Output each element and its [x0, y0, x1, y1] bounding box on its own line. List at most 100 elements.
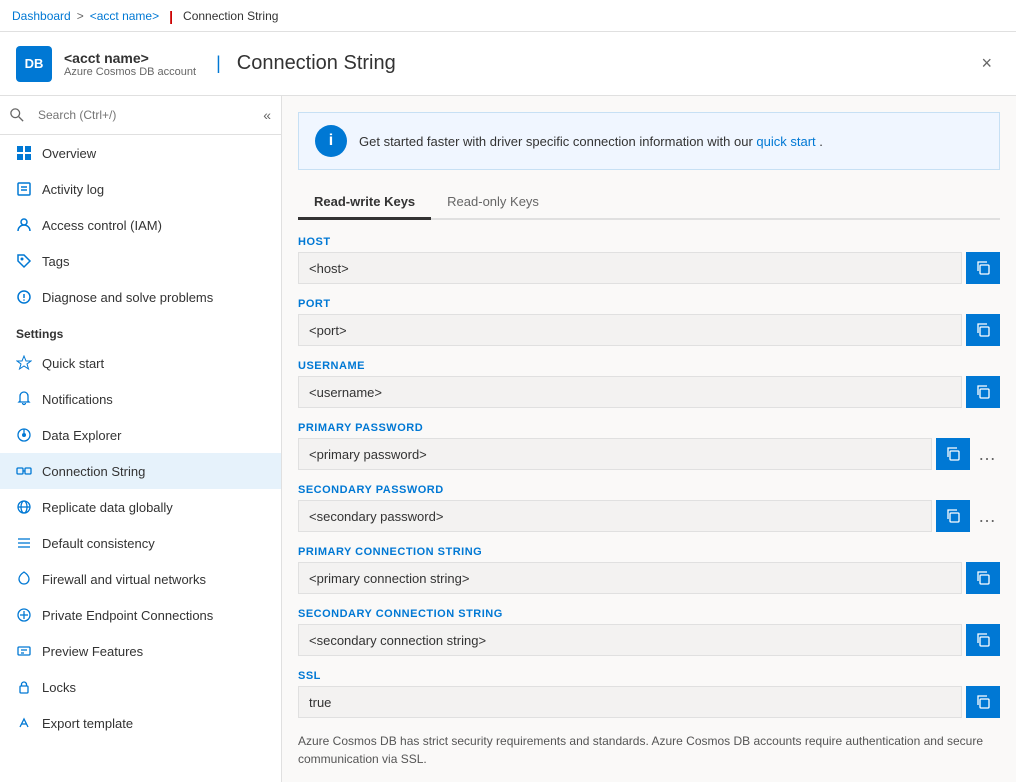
sidebar-item-replicate[interactable]: Replicate data globally [0, 489, 281, 525]
tab-read-write[interactable]: Read-write Keys [298, 186, 431, 220]
sidebar-item-preview-features[interactable]: Preview Features [0, 633, 281, 669]
field-username-row [298, 376, 1000, 408]
tag-icon [16, 253, 32, 269]
info-banner: i Get started faster with driver specifi… [298, 112, 1000, 170]
acct-subtitle: Azure Cosmos DB account [64, 66, 196, 78]
username-input[interactable] [298, 376, 962, 408]
secondary-password-more-button[interactable]: … [974, 507, 1000, 525]
sidebar-item-access-control[interactable]: Access control (IAM) [0, 207, 281, 243]
sidebar-item-tags[interactable]: Tags [0, 243, 281, 279]
port-copy-button[interactable] [966, 314, 1000, 346]
sidebar-item-locks[interactable]: Locks [0, 669, 281, 705]
host-copy-button[interactable] [966, 252, 1000, 284]
connection-icon [16, 463, 32, 479]
body-container: « Overview Activity log [0, 96, 1016, 782]
field-primary-password-row: … [298, 438, 1000, 470]
field-ssl-label: SSL [298, 670, 1000, 682]
ssl-input[interactable] [298, 686, 962, 718]
sidebar-item-firewall[interactable]: Firewall and virtual networks [0, 561, 281, 597]
field-ssl-row [298, 686, 1000, 718]
footer-note: Azure Cosmos DB has strict security requ… [298, 732, 1000, 768]
sidebar-item-label: Tags [42, 254, 69, 269]
breadcrumb-sep1: > [77, 9, 84, 23]
activity-log-icon [16, 181, 32, 197]
export-icon [16, 715, 32, 731]
tab-read-only[interactable]: Read-only Keys [431, 186, 555, 220]
sidebar-item-label: Quick start [42, 356, 104, 371]
sidebar-item-default-consistency[interactable]: Default consistency [0, 525, 281, 561]
breadcrumb-dashboard[interactable]: Dashboard [12, 9, 71, 23]
breadcrumb-acct[interactable]: <acct name> [90, 9, 159, 23]
field-username-label: USERNAME [298, 360, 1000, 372]
sidebar-item-label: Private Endpoint Connections [42, 608, 213, 623]
sidebar-item-diagnose[interactable]: Diagnose and solve problems [0, 279, 281, 315]
consistency-icon [16, 535, 32, 551]
field-secondary-password: SECONDARY PASSWORD … [298, 484, 1000, 532]
sidebar-item-notifications[interactable]: Notifications [0, 381, 281, 417]
secondary-cs-input[interactable] [298, 624, 962, 656]
secondary-password-copy-button[interactable] [936, 500, 970, 532]
sidebar-item-private-endpoint[interactable]: Private Endpoint Connections [0, 597, 281, 633]
host-input[interactable] [298, 252, 962, 284]
username-copy-button[interactable] [966, 376, 1000, 408]
sidebar-item-label: Activity log [42, 182, 104, 197]
endpoint-icon [16, 607, 32, 623]
quickstart-icon [16, 355, 32, 371]
field-primary-password-label: PRIMARY PASSWORD [298, 422, 1000, 434]
sidebar-item-label: Default consistency [42, 536, 155, 551]
primary-cs-copy-button[interactable] [966, 562, 1000, 594]
overview-icon [16, 145, 32, 161]
firewall-icon [16, 571, 32, 587]
sidebar-item-export-template[interactable]: Export template [0, 705, 281, 741]
port-input[interactable] [298, 314, 962, 346]
close-button[interactable]: × [973, 49, 1000, 78]
panel-header-left: DB <acct name> Azure Cosmos DB account |… [16, 46, 396, 82]
search-box: « [0, 96, 281, 135]
breadcrumb: Dashboard > <acct name> | Connection Str… [0, 0, 1016, 32]
search-icon [10, 108, 24, 122]
quick-start-link[interactable]: quick start [756, 134, 815, 149]
replicate-icon [16, 499, 32, 515]
explorer-icon [16, 427, 32, 443]
field-host: HOST [298, 236, 1000, 284]
ssl-copy-button[interactable] [966, 686, 1000, 718]
panel-title: | Connection String [208, 52, 396, 75]
primary-password-copy-button[interactable] [936, 438, 970, 470]
app-container: Dashboard > <acct name> | Connection Str… [0, 0, 1016, 782]
field-secondary-cs-row [298, 624, 1000, 656]
secondary-password-input[interactable] [298, 500, 932, 532]
primary-password-input[interactable] [298, 438, 932, 470]
field-secondary-password-row: … [298, 500, 1000, 532]
sidebar-item-activity-log[interactable]: Activity log [0, 171, 281, 207]
iam-icon [16, 217, 32, 233]
main-content: i Get started faster with driver specifi… [282, 96, 1016, 782]
sidebar-item-label: Export template [42, 716, 133, 731]
sidebar-item-label: Access control (IAM) [42, 218, 162, 233]
sidebar-item-quick-start[interactable]: Quick start [0, 345, 281, 381]
sidebar-item-connection-string[interactable]: Connection String [0, 453, 281, 489]
sidebar-item-overview[interactable]: Overview [0, 135, 281, 171]
sidebar-item-label: Data Explorer [42, 428, 121, 443]
info-text: Get started faster with driver specific … [359, 134, 823, 149]
notification-icon [16, 391, 32, 407]
tabs: Read-write Keys Read-only Keys [298, 186, 1000, 220]
diagnose-icon [16, 289, 32, 305]
sidebar-item-label: Overview [42, 146, 96, 161]
sidebar-item-data-explorer[interactable]: Data Explorer [0, 417, 281, 453]
field-ssl: SSL [298, 670, 1000, 718]
field-username: USERNAME [298, 360, 1000, 408]
field-primary-connection-string: PRIMARY CONNECTION STRING [298, 546, 1000, 594]
collapse-button[interactable]: « [263, 107, 271, 123]
panel-title-divider: | [216, 53, 221, 74]
secondary-cs-copy-button[interactable] [966, 624, 1000, 656]
sidebar-item-label: Notifications [42, 392, 113, 407]
sidebar-item-label: Diagnose and solve problems [42, 290, 213, 305]
primary-cs-input[interactable] [298, 562, 962, 594]
primary-password-more-button[interactable]: … [974, 445, 1000, 463]
field-secondary-password-label: SECONDARY PASSWORD [298, 484, 1000, 496]
field-primary-cs-row [298, 562, 1000, 594]
field-secondary-cs-label: SECONDARY CONNECTION STRING [298, 608, 1000, 620]
settings-section-label: Settings [0, 315, 281, 345]
field-port-row [298, 314, 1000, 346]
search-input[interactable] [30, 104, 215, 126]
